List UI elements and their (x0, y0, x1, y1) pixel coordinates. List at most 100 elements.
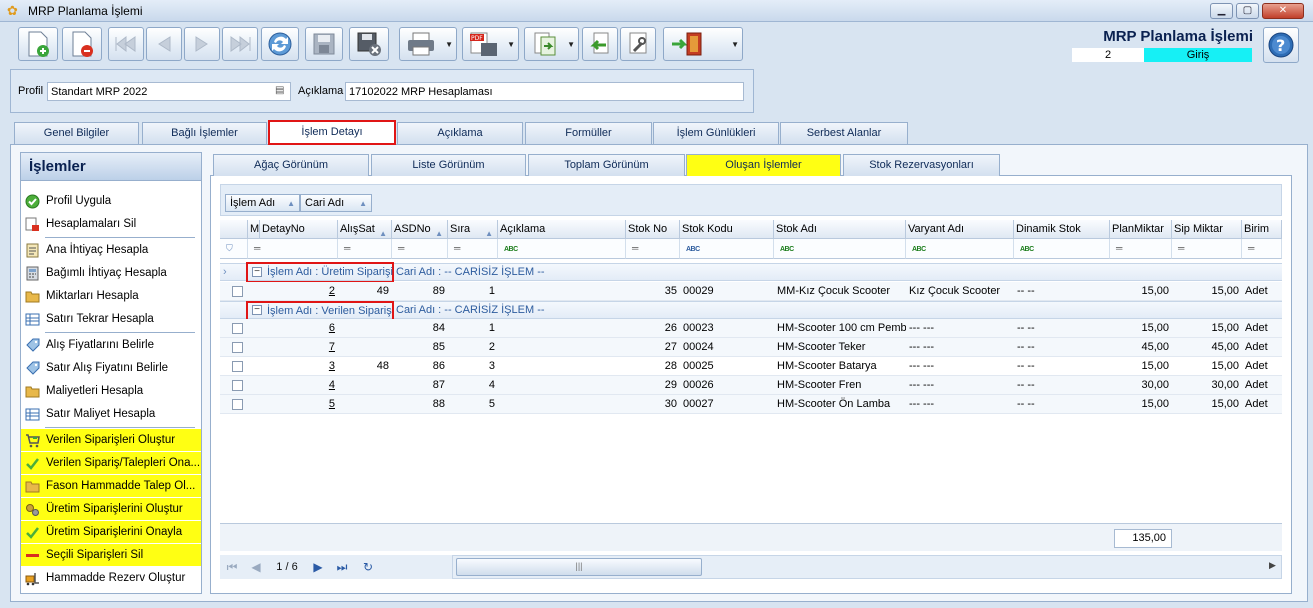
filter-cell-sip-miktar[interactable]: ═ (1172, 239, 1242, 259)
tab-islem-detayi[interactable]: İşlem Detayı (268, 120, 396, 145)
collapse-icon[interactable]: − (252, 267, 262, 277)
settings-button[interactable] (620, 27, 656, 61)
table-row[interactable]: 4 87 4 29 00026 HM-Scooter Fren --- --- … (220, 376, 1282, 395)
column-header-stok-kodu[interactable]: Stok Kodu (680, 220, 774, 239)
op-satir-alis-fiyatini-belirle[interactable]: Satır Alış Fiyatını Belirle (21, 357, 201, 379)
filter-cell-birim[interactable]: ═ (1242, 239, 1282, 259)
export-button[interactable]: ▼ (524, 27, 579, 61)
op-hammadde-rezerv-olustur[interactable]: Hammadde Rezerv Oluştur (21, 567, 201, 589)
column-header-asdno[interactable]: ASDNo ▲ (392, 220, 448, 239)
column-header-aciklama[interactable]: Açıklama (498, 220, 626, 239)
column-header-alissat[interactable]: AlışSat ▲ (338, 220, 392, 239)
row-checkbox[interactable] (232, 342, 243, 353)
op-miktarlari-hesapla[interactable]: Miktarları Hesapla (21, 285, 201, 307)
table-row[interactable]: 5 88 5 30 00027 HM-Scooter Ön Lamba --- … (220, 395, 1282, 414)
tab-aciklama[interactable]: Açıklama (397, 122, 523, 144)
op-secili-siparisleri-sil[interactable]: Seçili Siparişleri Sil (21, 544, 201, 566)
group-chip-cari-adi[interactable]: Cari Adı ▲ (300, 194, 372, 212)
filter-cell-stok-kodu[interactable]: ABC (680, 239, 774, 259)
column-header-stok-no[interactable]: Stok No (626, 220, 680, 239)
cell-detayno[interactable]: 4 (260, 376, 338, 395)
save-close-button[interactable] (349, 27, 389, 61)
tab-serbest-alanlar[interactable]: Serbest Alanlar (780, 122, 908, 144)
cell-detayno[interactable]: 2 (260, 282, 338, 301)
nav-next-button[interactable]: ▶ (308, 559, 328, 575)
op-uretim-siparislerini-onayla[interactable]: Üretim Siparişlerini Onayla (21, 521, 201, 543)
previous-record-button[interactable] (146, 27, 182, 61)
maximize-button[interactable]: ▢ (1236, 3, 1259, 19)
list-lookup-icon[interactable]: ▤ (275, 85, 287, 98)
delete-document-button[interactable] (62, 27, 102, 61)
filter-cell-detayno[interactable]: ═ (248, 239, 338, 259)
nav-last-button[interactable]: ⏭ (332, 559, 352, 575)
op-alis-fiyatlarini-belirle[interactable]: Alış Fiyatlarını Belirle (21, 334, 201, 356)
last-record-button[interactable] (222, 27, 258, 61)
refresh-button[interactable] (261, 27, 299, 61)
tab-formuller[interactable]: Formüller (525, 122, 652, 144)
tab-islem-gunlukleri[interactable]: İşlem Günlükleri (653, 122, 779, 144)
nav-refresh-button[interactable]: ↻ (358, 559, 378, 575)
column-header-detayno[interactable]: DetayNo (260, 220, 338, 239)
group-row-verilen-siparis[interactable]: − İşlem Adı : Verilen Sipariş Cari Adı :… (220, 301, 1282, 321)
op-verilen-siparis-talepleri-onayla[interactable]: Verilen Sipariş/Talepleri Ona... (21, 452, 201, 474)
row-checkbox[interactable] (232, 399, 243, 410)
cell-detayno[interactable]: 5 (260, 395, 338, 414)
exit-button[interactable]: ▼ (663, 27, 743, 61)
column-header-planmiktar[interactable]: PlanMiktar (1110, 220, 1172, 239)
tab-bagli-islemler[interactable]: Bağlı İşlemler (142, 122, 267, 144)
op-hesaplamalari-sil[interactable]: Hesaplamaları Sil (21, 213, 201, 235)
row-checkbox[interactable] (232, 380, 243, 391)
filter-icon[interactable]: ⛉ (220, 239, 248, 259)
nav-first-button[interactable]: ⏮ (222, 559, 242, 575)
table-row[interactable]: 6 84 1 26 00023 HM-Scooter 100 cm Pembe … (220, 319, 1282, 338)
column-header-birim[interactable]: Birim (1242, 220, 1282, 239)
op-satir-maliyet-hesapla[interactable]: Satır Maliyet Hesapla (21, 403, 201, 425)
group-row-uretim-siparisi[interactable]: › − İşlem Adı : Üretim Siparişi Cari Adı… (220, 262, 1282, 283)
cell-detayno[interactable]: 3 (260, 357, 338, 376)
column-header-sira[interactable]: Sıra ▲ (448, 220, 498, 239)
description-field[interactable]: 17102022 MRP Hesaplaması (345, 82, 744, 101)
group-chip-islem-adi[interactable]: İşlem Adı ▲ (225, 194, 300, 212)
next-record-button[interactable] (184, 27, 220, 61)
first-record-button[interactable] (108, 27, 144, 61)
tab-olusan-islemler[interactable]: Oluşan İşlemler (686, 154, 841, 176)
collapse-icon[interactable]: − (252, 305, 262, 315)
op-maliyetleri-hesapla[interactable]: Maliyetleri Hesapla (21, 380, 201, 402)
filter-cell-aciklama[interactable]: ABC (498, 239, 626, 259)
nav-previous-button[interactable]: ◀ (246, 559, 266, 575)
scroll-right-icon[interactable]: ▶ (1269, 560, 1276, 571)
tab-stok-rezervasyonlari[interactable]: Stok Rezervasyonları (843, 154, 1000, 176)
filter-cell-dinamik-stok[interactable]: ABC (1014, 239, 1110, 259)
row-checkbox[interactable] (232, 286, 243, 297)
column-header-varyant-adi[interactable]: Varyant Adı (906, 220, 1014, 239)
new-document-button[interactable] (18, 27, 58, 61)
scrollbar-thumb[interactable]: ||| (456, 558, 702, 576)
row-checkbox[interactable] (232, 323, 243, 334)
op-satiri-tekrar-hesapla[interactable]: Satırı Tekrar Hesapla (21, 308, 201, 330)
column-header-dinamik-stok[interactable]: Dinamik Stok (1014, 220, 1110, 239)
cell-detayno[interactable]: 6 (260, 319, 338, 338)
op-verilen-siparisleri-olustur[interactable]: Verilen Siparişleri Oluştur (21, 429, 201, 451)
filter-cell-varyant-adi[interactable]: ABC (906, 239, 1014, 259)
filter-cell-asdno[interactable]: ═ (392, 239, 448, 259)
export-pdf-button[interactable]: PDF ▼ (462, 27, 519, 61)
table-row[interactable]: 2 49 89 1 35 00029 MM-Kız Çocuk Scooter … (220, 282, 1282, 301)
op-ana-ihtiyac-hesapla[interactable]: Ana İhtiyaç Hesapla (21, 239, 201, 261)
op-bagimli-ihtiyac-hesapla[interactable]: Bağımlı İhtiyaç Hesapla (21, 262, 201, 284)
profile-field[interactable]: Standart MRP 2022 (47, 82, 291, 101)
filter-cell-stok-adi[interactable]: ABC (774, 239, 906, 259)
tab-agac-gorunum[interactable]: Ağaç Görünüm (213, 154, 369, 176)
tab-liste-gorunum[interactable]: Liste Görünüm (371, 154, 526, 176)
filter-cell-alissat[interactable]: ═ (338, 239, 392, 259)
filter-cell-stok-no[interactable]: ═ (626, 239, 680, 259)
op-fason-hammadde-talep-olustur[interactable]: Fason Hammadde Talep Ol... (21, 475, 201, 497)
column-header-sip-miktar[interactable]: Sip Miktar (1172, 220, 1242, 239)
column-header-stok-adi[interactable]: Stok Adı (774, 220, 906, 239)
minimize-button[interactable]: ▁ (1210, 3, 1233, 19)
table-row[interactable]: 3 86 3 28 00025 HM-Scooter Batarya --- -… (220, 357, 1282, 376)
row-checkbox[interactable] (232, 361, 243, 372)
column-header-m1[interactable]: M1 (248, 220, 260, 239)
op-profil-uygula[interactable]: Profil Uygula (21, 190, 201, 212)
filter-cell-planmiktar[interactable]: ═ (1110, 239, 1172, 259)
import-button[interactable] (582, 27, 618, 61)
